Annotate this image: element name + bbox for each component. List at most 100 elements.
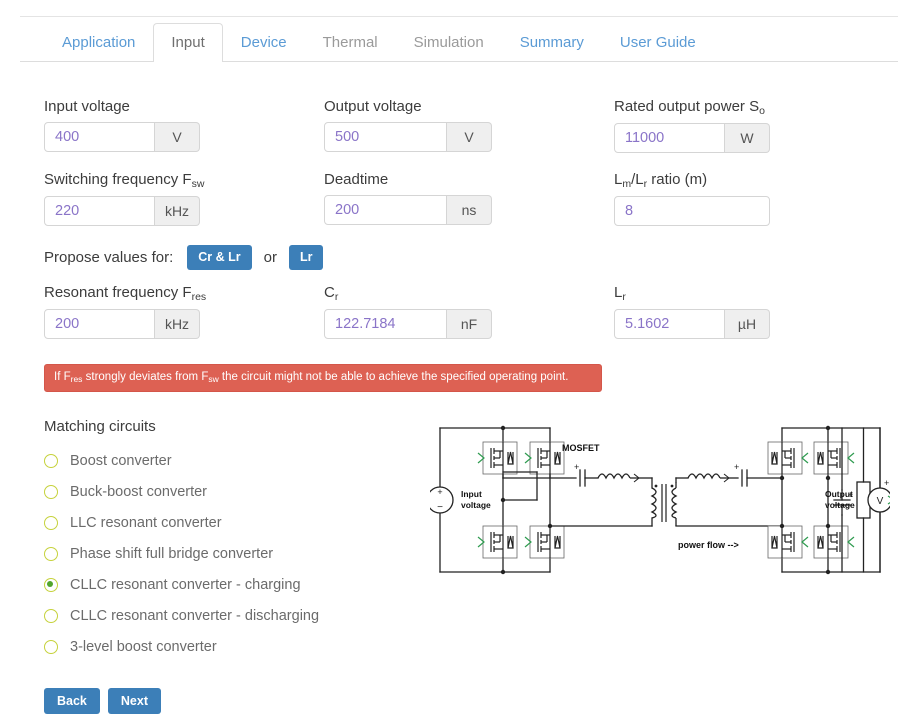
- field-cr: Cr 122.7184 nF: [324, 284, 614, 353]
- radio-icon-selected[interactable]: [44, 578, 58, 592]
- input-parameters-form: Input voltage 400 V Output voltage 500 V…: [44, 98, 856, 357]
- radio-label: CLLC resonant converter - discharging: [70, 608, 319, 624]
- primary-cap-plus-sign: +: [574, 462, 579, 472]
- tab-device[interactable]: Device: [223, 23, 305, 62]
- radio-icon[interactable]: [44, 454, 58, 468]
- radio-option-cllc-resonant-converter-charging[interactable]: CLLC resonant converter - charging: [44, 577, 424, 593]
- tab-application[interactable]: Application: [44, 23, 153, 62]
- output-voltage-label-line2: voltage: [825, 500, 855, 510]
- rated-output-power-field[interactable]: 11000: [614, 123, 725, 153]
- label-switching-frequency-text: Switching frequency F: [44, 171, 192, 188]
- tab-user-guide[interactable]: User Guide: [602, 23, 714, 62]
- warning-part-1: If F: [54, 371, 71, 383]
- form-row-1: Input voltage 400 V Output voltage 500 V…: [44, 98, 856, 167]
- input-group-output-voltage: 500 V: [324, 122, 492, 152]
- label-cr-text: C: [324, 284, 335, 301]
- node: [826, 476, 830, 480]
- input-group-lm-lr-ratio: 8: [614, 196, 770, 226]
- field-deadtime: Deadtime 200 ns: [324, 171, 614, 240]
- input-group-deadtime: 200 ns: [324, 195, 492, 225]
- deadtime-field[interactable]: 200: [324, 195, 447, 225]
- back-button[interactable]: Back: [44, 688, 100, 714]
- output-voltage-field[interactable]: 500: [324, 122, 447, 152]
- source-plus-sign: +: [437, 487, 442, 497]
- unit-rated-output-power: W: [725, 123, 770, 153]
- tab-thermal[interactable]: Thermal: [305, 23, 396, 62]
- form-row-2: Switching frequency Fsw 220 kHz Deadtime…: [44, 171, 856, 240]
- label-switching-frequency: Switching frequency Fsw: [44, 171, 324, 190]
- input-group-resonant-frequency: 200 kHz: [44, 309, 200, 339]
- radio-option-boost-converter[interactable]: Boost converter: [44, 453, 424, 469]
- label-input-voltage: Input voltage: [44, 98, 324, 116]
- propose-lr-button[interactable]: Lr: [289, 245, 324, 270]
- lm-lr-ratio-field[interactable]: 8: [614, 196, 770, 226]
- tab-input[interactable]: Input: [153, 23, 222, 62]
- warning-sub-sw: sw: [208, 374, 218, 384]
- radio-label: LLC resonant converter: [70, 515, 222, 531]
- radio-icon[interactable]: [44, 547, 58, 561]
- radio-label: Buck-boost converter: [70, 484, 207, 500]
- label-cr-sub: r: [335, 291, 339, 303]
- node: [826, 570, 830, 574]
- voltmeter-label: V: [877, 496, 884, 507]
- label-switching-frequency-sub: sw: [192, 178, 205, 190]
- node: [826, 426, 830, 430]
- label-cr: Cr: [324, 284, 614, 303]
- label-resonant-frequency: Resonant frequency Fres: [44, 284, 324, 303]
- propose-cr-and-lr-button[interactable]: Cr & Lr: [187, 245, 251, 270]
- lr-field[interactable]: 5.1602: [614, 309, 725, 339]
- resonant-frequency-field[interactable]: 200: [44, 309, 155, 339]
- input-group-rated-output-power: 11000 W: [614, 123, 770, 153]
- cr-field[interactable]: 122.7184: [324, 309, 447, 339]
- radio-option-buck-boost-converter[interactable]: Buck-boost converter: [44, 484, 424, 500]
- radio-option-3-level-boost-converter[interactable]: 3-level boost converter: [44, 639, 424, 655]
- radio-option-cllc-resonant-converter-discharging[interactable]: CLLC resonant converter - discharging: [44, 608, 424, 624]
- unit-cr: nF: [447, 309, 492, 339]
- label-rated-output-power: Rated output power So: [614, 98, 856, 117]
- node: [826, 524, 830, 528]
- radio-label: CLLC resonant converter - charging: [70, 577, 301, 593]
- secondary-cap-plus-sign: +: [734, 462, 739, 472]
- source-minus-sign: −: [437, 502, 443, 513]
- radio-option-phase-shift-full-bridge-converter[interactable]: Phase shift full bridge converter: [44, 546, 424, 562]
- tab-simulation[interactable]: Simulation: [396, 23, 502, 62]
- field-output-voltage: Output voltage 500 V: [324, 98, 614, 167]
- label-lm-sub: m: [622, 178, 631, 190]
- node: [780, 524, 784, 528]
- input-group-lr: 5.1602 µH: [614, 309, 770, 339]
- warning-part-3: the circuit might not be able to achieve…: [219, 371, 569, 383]
- unit-switching-frequency: kHz: [155, 196, 200, 226]
- voltmeter-plus-sign: +: [884, 478, 889, 488]
- radio-icon[interactable]: [44, 640, 58, 654]
- radio-icon[interactable]: [44, 516, 58, 530]
- label-ratio-m: ratio (m): [647, 171, 707, 188]
- warning-sub-res: res: [71, 374, 83, 384]
- unit-output-voltage: V: [447, 122, 492, 152]
- label-resonant-frequency-text: Resonant frequency F: [44, 284, 192, 301]
- tab-summary[interactable]: Summary: [502, 23, 602, 62]
- propose-values-row: Propose values for: Cr & Lr or Lr: [44, 244, 856, 270]
- label-lr-sub: r: [644, 178, 648, 190]
- field-input-voltage: Input voltage 400 V: [44, 98, 324, 167]
- input-group-input-voltage: 400 V: [44, 122, 200, 152]
- label-rated-output-power-sub: o: [759, 105, 765, 117]
- next-button[interactable]: Next: [108, 688, 161, 714]
- label-deadtime: Deadtime: [324, 171, 614, 189]
- node: [780, 476, 784, 480]
- radio-icon[interactable]: [44, 485, 58, 499]
- switching-frequency-field[interactable]: 220: [44, 196, 155, 226]
- label-output-voltage: Output voltage: [324, 98, 614, 116]
- field-lm-lr-ratio: Lm/Lr ratio (m) 8: [614, 171, 856, 240]
- unit-resonant-frequency: kHz: [155, 309, 200, 339]
- radio-icon[interactable]: [44, 609, 58, 623]
- unit-deadtime: ns: [447, 195, 492, 225]
- tab-list: Application Input Device Thermal Simulat…: [20, 17, 898, 62]
- label-lr-field: Lr: [614, 284, 856, 303]
- input-voltage-label-line2: voltage: [461, 500, 491, 510]
- input-group-cr: 122.7184 nF: [324, 309, 492, 339]
- radio-label: 3-level boost converter: [70, 639, 217, 655]
- power-flow-label: power flow -->: [678, 540, 739, 550]
- radio-option-llc-resonant-converter[interactable]: LLC resonant converter: [44, 515, 424, 531]
- input-voltage-field[interactable]: 400: [44, 122, 155, 152]
- radio-label: Boost converter: [70, 453, 172, 469]
